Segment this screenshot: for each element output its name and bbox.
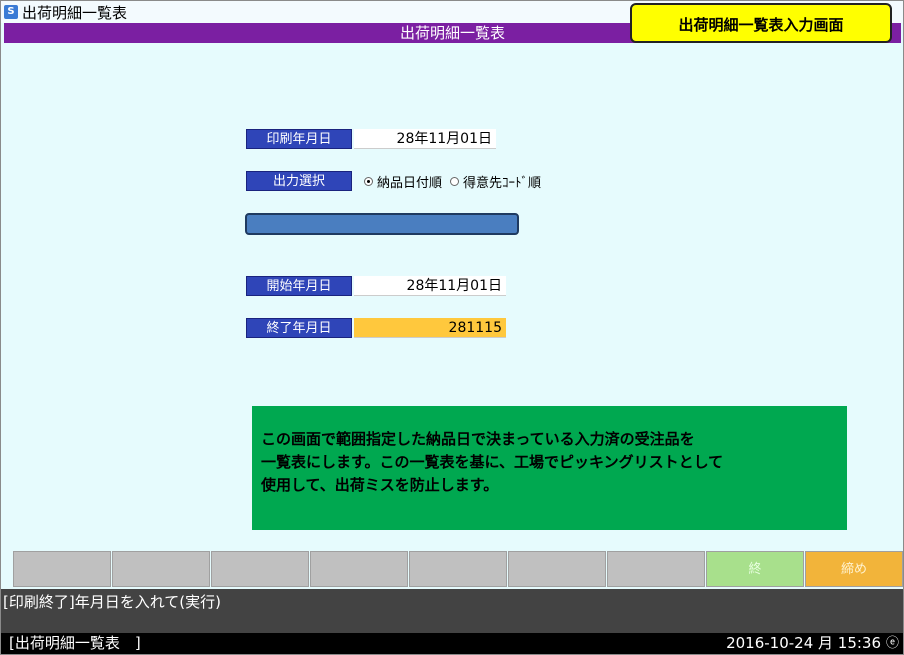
datetime-display: 2016-10-24 月 15:36 (726, 634, 881, 652)
note-line: 使用して、出荷ミスを防止します。 (261, 476, 499, 494)
screen-name-indicator: [出荷明細一覧表 ] (9, 634, 141, 652)
output-select-label: 出力選択 (246, 171, 352, 191)
function-key-2[interactable] (112, 551, 210, 587)
function-key-1[interactable] (13, 551, 111, 587)
start-date-field[interactable]: 28年11月01日 (354, 276, 506, 296)
bottom-status-bar: [出荷明細一覧表 ] 2016-10-24 月 15:36 ⓔ (1, 633, 903, 654)
function-key-5[interactable] (409, 551, 507, 587)
status-message: [印刷終了]年月日を入れて(実行) (1, 589, 903, 633)
range-separator-bar (245, 213, 519, 235)
output-select-radio-group: 納品日付順 得意先ｺｰﾄﾞ順 (364, 172, 541, 191)
radio-delivery-date-order-label[interactable]: 納品日付順 (377, 172, 442, 191)
radio-customer-code-order-label[interactable]: 得意先ｺｰﾄﾞ順 (463, 172, 541, 191)
print-date-label: 印刷年月日 (246, 129, 352, 149)
app-icon: S (4, 5, 18, 19)
function-key-4[interactable] (310, 551, 408, 587)
function-key-3[interactable] (211, 551, 309, 587)
note-line: 一覧表にします。この一覧表を基に、工場でピッキングリストとして (261, 453, 724, 471)
radio-customer-code-order[interactable] (450, 176, 460, 186)
close-button[interactable]: 締め (805, 551, 903, 587)
end-date-label: 終了年月日 (246, 318, 352, 338)
note-line: この画面で範囲指定した納品日で決まっている入力済の受注品を (261, 430, 695, 448)
print-date-field[interactable]: 28年11月01日 (354, 129, 496, 149)
function-key-7[interactable] (607, 551, 705, 587)
end-button[interactable]: 終 (706, 551, 804, 587)
description-note: この画面で範囲指定した納品日で決まっている入力済の受注品を 一覧表にします。この… (252, 406, 847, 530)
app-window: S 出荷明細一覧表 出荷明細一覧表 出荷明細一覧表入力画面 印刷年月日 28年1… (0, 0, 904, 655)
window-title: 出荷明細一覧表 (22, 4, 128, 22)
radio-delivery-date-order[interactable] (364, 176, 373, 186)
ime-icon[interactable]: ⓔ (886, 633, 899, 654)
screen-callout: 出荷明細一覧表入力画面 (630, 3, 892, 43)
function-key-6[interactable] (508, 551, 606, 587)
function-key-bar: 終 締め (13, 551, 904, 587)
start-date-label: 開始年月日 (246, 276, 352, 296)
end-date-field[interactable]: 281115 (354, 318, 506, 338)
